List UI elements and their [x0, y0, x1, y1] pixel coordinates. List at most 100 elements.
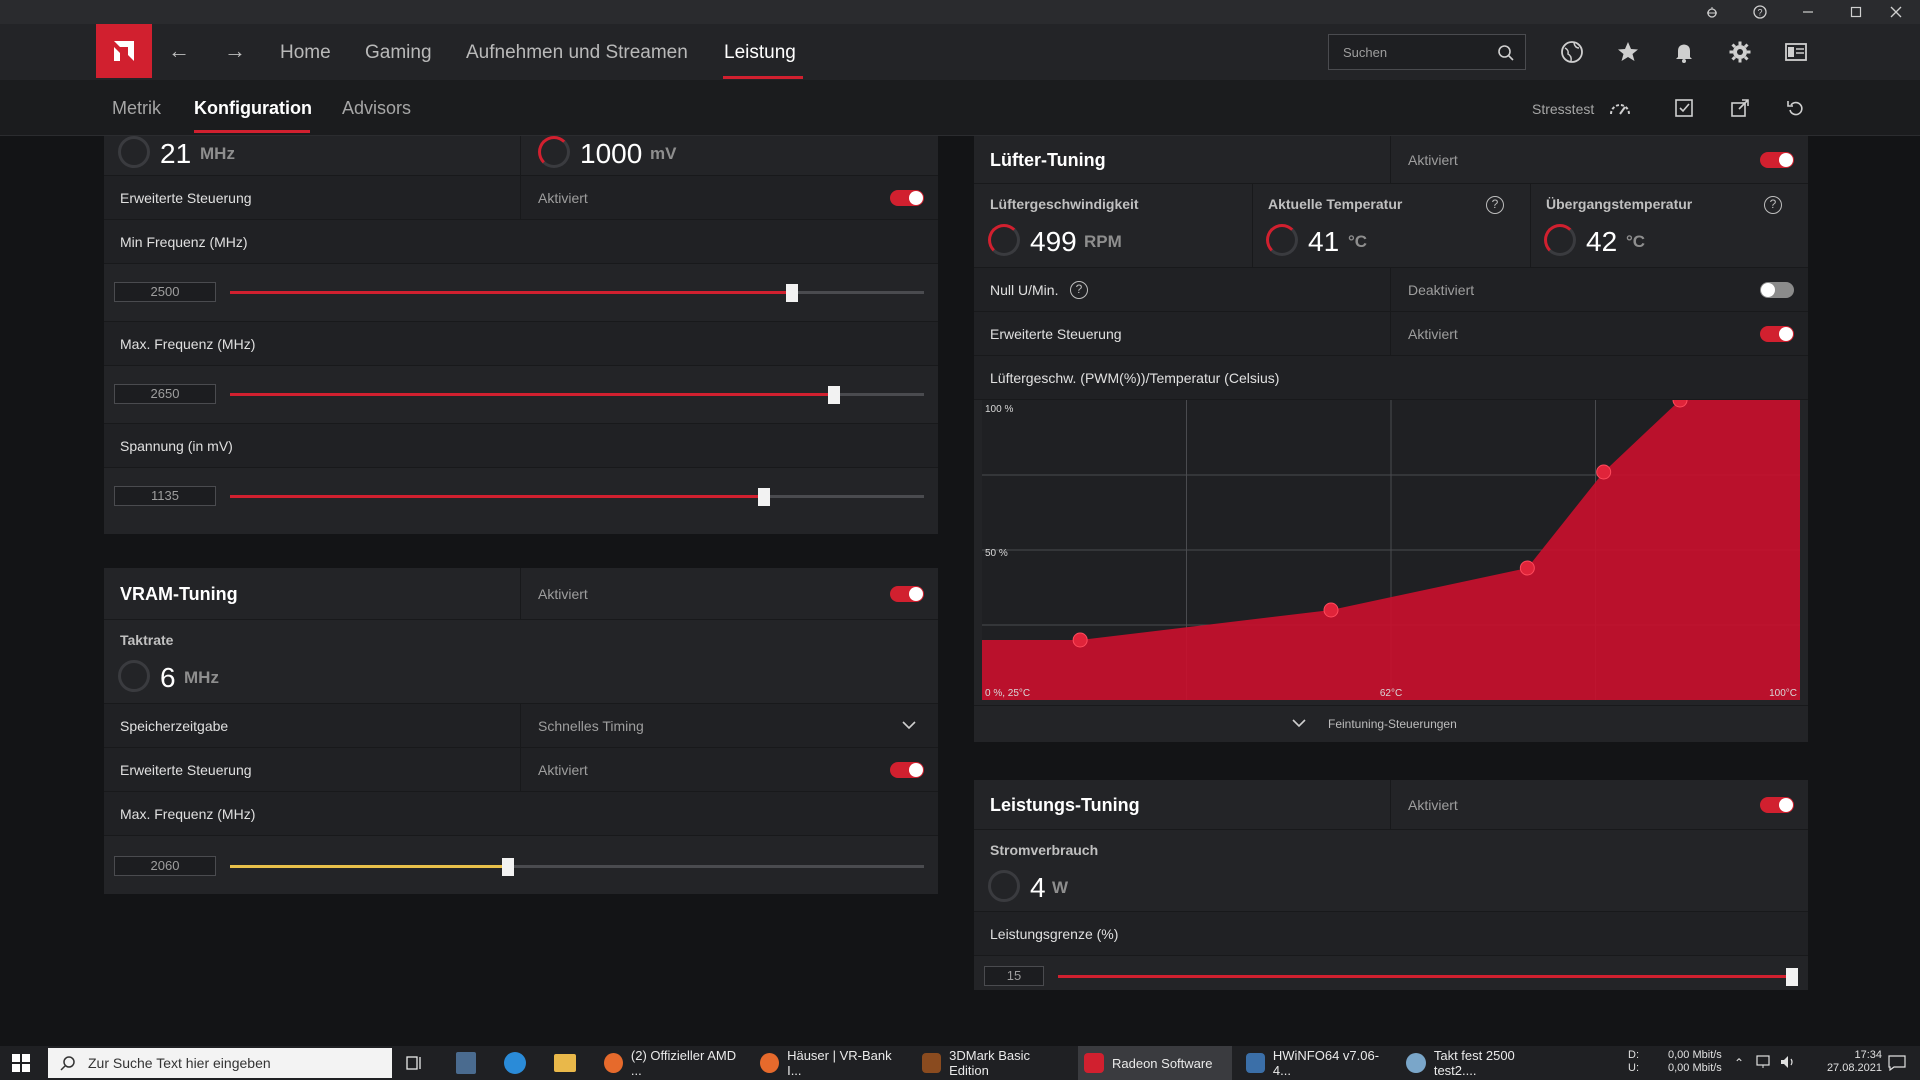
amd-logo-icon[interactable]	[96, 24, 152, 78]
export-icon[interactable]	[1728, 96, 1752, 120]
fan-state: Aktiviert	[1408, 152, 1458, 168]
title-bar: ?	[0, 0, 1920, 24]
taskbar-app-hwinfo[interactable]: HWiNFO64 v7.06-4...	[1240, 1046, 1390, 1080]
current-temp-help-icon[interactable]: ?	[1486, 196, 1504, 214]
power-limit-fill	[1058, 975, 1792, 978]
voltage-input[interactable]: 1135	[114, 486, 216, 506]
calculator-icon[interactable]	[456, 1052, 476, 1074]
bug-icon[interactable]	[1688, 0, 1736, 24]
clock[interactable]: 17:34 27.08.2021	[1818, 1049, 1882, 1075]
gear-icon[interactable]	[1726, 38, 1754, 66]
nav-record-stream[interactable]: Aufnehmen und Streamen	[466, 42, 688, 64]
power-state: Aktiviert	[1408, 797, 1458, 813]
search-icon	[1498, 45, 1514, 61]
vram-toggle[interactable]	[890, 586, 924, 602]
tab-configuration[interactable]: Konfiguration	[194, 98, 312, 119]
power-limit-input[interactable]: 15	[984, 966, 1044, 986]
taskbar-app-firefox-bank[interactable]: Häuser | VR-Bank I...	[754, 1046, 904, 1080]
fan-toggle[interactable]	[1760, 152, 1794, 168]
nav-active-indicator	[723, 76, 803, 79]
edge-icon[interactable]	[504, 1052, 526, 1074]
fine-tuning-row[interactable]: Feintuning-Steuerungen	[974, 706, 1808, 742]
chevron-down-icon[interactable]	[902, 720, 916, 730]
min-freq-slider-row: 2500	[104, 264, 938, 322]
close-icon[interactable]	[1872, 0, 1920, 24]
fan-curve-chart[interactable]: 100 % 50 % 0 %, 25°C 62°C 100°C	[982, 400, 1800, 702]
globe-icon[interactable]	[1558, 38, 1586, 66]
fan-curve-point[interactable]	[1323, 602, 1339, 618]
junction-temp-help-icon[interactable]: ?	[1764, 196, 1782, 214]
junction-temp-unit: °C	[1626, 232, 1646, 251]
svg-text:?: ?	[1757, 8, 1762, 18]
gpu-advanced-row: Erweiterte Steuerung Aktiviert	[104, 176, 938, 220]
fan-curve-row: 100 % 50 % 0 %, 25°C 62°C 100°C	[974, 400, 1808, 706]
taskbar-app-3dmark[interactable]: 3DMark Basic Edition	[916, 1046, 1068, 1080]
forward-arrow-icon[interactable]: →	[224, 38, 246, 64]
junction-temp-value: 42	[1586, 226, 1618, 257]
layout-icon[interactable]	[1782, 38, 1810, 66]
stresstest-gauge-icon[interactable]	[1608, 96, 1632, 120]
bell-icon[interactable]	[1670, 38, 1698, 66]
tab-metrics[interactable]: Metrik	[112, 98, 161, 119]
volume-icon[interactable]	[1780, 1055, 1796, 1074]
row-divider	[520, 748, 521, 791]
vram-advanced-toggle[interactable]	[890, 762, 924, 778]
vram-max-freq-input[interactable]: 2060	[114, 856, 216, 876]
apply-icon[interactable]	[1672, 96, 1696, 120]
task-view-icon[interactable]	[406, 1054, 424, 1077]
taskbar-search-input[interactable]: Zur Suche Text hier eingeben	[48, 1048, 392, 1078]
nav-performance[interactable]: Leistung	[724, 42, 796, 64]
power-consumption-row: Stromverbrauch 4 W	[974, 830, 1808, 912]
fan-speed-unit: RPM	[1084, 232, 1122, 251]
fan-curve-point[interactable]	[1596, 464, 1612, 480]
max-freq-input[interactable]: 2650	[114, 384, 216, 404]
min-freq-slider-thumb[interactable]	[786, 284, 799, 302]
help-icon[interactable]: ?	[1736, 0, 1784, 24]
chevron-down-icon[interactable]	[1292, 718, 1306, 728]
taskbar-app-paint[interactable]: Takt fest 2500 test2....	[1400, 1046, 1560, 1080]
vram-max-freq-label-row: Max. Frequenz (MHz)	[104, 792, 938, 836]
zero-rpm-toggle[interactable]	[1760, 282, 1794, 298]
chart-x-label-left: 0 %, 25°C	[985, 688, 1030, 699]
vram-max-freq-label: Max. Frequenz (MHz)	[120, 806, 256, 822]
fan-curve-point[interactable]	[1519, 560, 1535, 576]
windows-start-icon[interactable]	[12, 1054, 30, 1077]
back-arrow-icon[interactable]: ←	[168, 38, 190, 64]
taskbar-app-radeon[interactable]: Radeon Software	[1078, 1046, 1232, 1080]
row-divider	[1252, 184, 1253, 267]
power-toggle[interactable]	[1760, 797, 1794, 813]
voltage-slider-row: 1135	[104, 468, 938, 526]
fine-tuning-label[interactable]: Feintuning-Steuerungen	[1328, 717, 1457, 731]
voltage-slider-thumb[interactable]	[758, 488, 771, 506]
zero-rpm-label: Null U/Min.	[990, 282, 1059, 298]
clock-date: 27.08.2021	[1826, 1062, 1882, 1074]
fan-advanced-toggle[interactable]	[1760, 326, 1794, 342]
taskbar-app-firefox-amd[interactable]: (2) Offizieller AMD ...	[598, 1046, 744, 1080]
file-explorer-icon[interactable]	[554, 1054, 576, 1072]
gpu-advanced-label: Erweiterte Steuerung	[120, 190, 252, 206]
reset-icon[interactable]	[1784, 96, 1808, 120]
fan-curve-point[interactable]	[1072, 632, 1088, 648]
memory-timing-label: Speicherzeitgabe	[120, 718, 229, 734]
min-freq-input[interactable]: 2500	[114, 282, 216, 302]
nav-gaming[interactable]: Gaming	[365, 42, 432, 64]
network-icon[interactable]	[1756, 1055, 1774, 1074]
minimize-icon[interactable]	[1784, 0, 1832, 24]
network-up-label: U:	[1628, 1062, 1639, 1074]
memory-timing-select[interactable]: Schnelles Timing	[538, 718, 644, 734]
tray-chevron-icon[interactable]: ⌃	[1734, 1056, 1744, 1070]
vram-max-freq-slider-thumb[interactable]	[501, 858, 514, 876]
network-down-speed: 0,00 Mbit/s	[1668, 1049, 1722, 1061]
firefox-icon	[604, 1053, 623, 1073]
fan-curve-title: Lüftergeschw. (PWM(%))/Temperatur (Celsi…	[990, 370, 1280, 386]
notification-icon[interactable]	[1888, 1055, 1906, 1076]
nav-home[interactable]: Home	[280, 42, 331, 64]
max-freq-slider-thumb[interactable]	[827, 386, 840, 404]
search-input[interactable]: Suchen	[1328, 34, 1526, 70]
tab-advisors[interactable]: Advisors	[342, 98, 411, 119]
zero-rpm-help-icon[interactable]: ?	[1070, 281, 1088, 299]
gpu-advanced-toggle[interactable]	[890, 190, 924, 206]
fan-advanced-row: Erweiterte Steuerung Aktiviert	[974, 312, 1808, 356]
power-limit-slider-thumb[interactable]	[1786, 968, 1798, 986]
star-icon[interactable]	[1614, 38, 1642, 66]
